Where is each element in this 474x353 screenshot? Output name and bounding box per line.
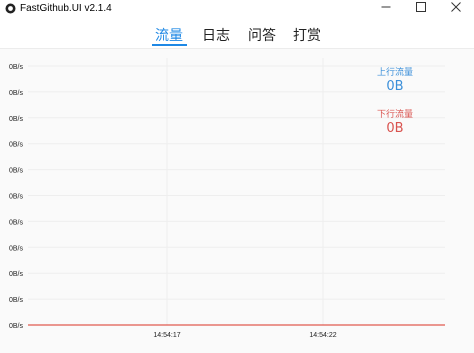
minimize-button[interactable] — [371, 0, 401, 14]
window-title: FastGithub.UI v2.1.4 — [20, 3, 112, 14]
close-icon — [451, 2, 461, 12]
tab-bar: 流量 日志 问答 打赏 — [0, 22, 474, 48]
close-button[interactable] — [441, 0, 471, 14]
active-tab-indicator — [152, 44, 187, 46]
tab-logs[interactable]: 日志 — [202, 25, 230, 45]
app-window: FastGithub.UI v2.1.4 流量 日志 问答 打赏 0B/s 0B/… — [0, 0, 474, 353]
download-value: 0B — [386, 121, 404, 136]
maximize-icon — [416, 2, 426, 12]
minimize-icon — [381, 6, 391, 8]
y-tick-label: 0B/s — [9, 219, 24, 226]
traffic-chart: 0B/s 0B/s 0B/s 0B/s 0B/s 0B/s 0B/s 0B/s 0B/s 0B/s… — [9, 58, 445, 339]
app-logo-icon — [5, 3, 16, 14]
y-tick-label: 0B/s — [9, 271, 24, 278]
traffic-chart-area: 0B/s 0B/s 0B/s 0B/s 0B/s 0B/s 0B/s 0B/s 0B/s 0B/s… — [0, 49, 474, 353]
maximize-button[interactable] — [406, 0, 436, 14]
y-tick-label: 0B/s — [9, 168, 24, 175]
y-tick-label: 0B/s — [9, 116, 24, 123]
y-tick-label: 0B/s — [9, 297, 24, 304]
tab-faq[interactable]: 问答 — [248, 25, 276, 45]
y-tick-label: 0B/s — [9, 323, 24, 330]
tab-traffic[interactable]: 流量 — [155, 25, 183, 45]
y-tick-label: 0B/s — [9, 90, 24, 97]
download-label: 下行流量 — [376, 110, 413, 120]
x-tick-label: 14:54:17 — [153, 332, 180, 339]
y-tick-label: 0B/s — [9, 142, 24, 149]
y-tick-label: 0B/s — [9, 194, 24, 201]
tab-donate[interactable]: 打赏 — [293, 25, 321, 45]
upload-label: 上行流量 — [376, 68, 413, 78]
title-bar[interactable]: FastGithub.UI v2.1.4 — [0, 0, 474, 22]
upload-value: 0B — [386, 79, 404, 94]
x-tick-label: 14:54:22 — [309, 332, 336, 339]
y-tick-label: 0B/s — [9, 245, 24, 252]
y-tick-label: 0B/s — [9, 64, 24, 71]
